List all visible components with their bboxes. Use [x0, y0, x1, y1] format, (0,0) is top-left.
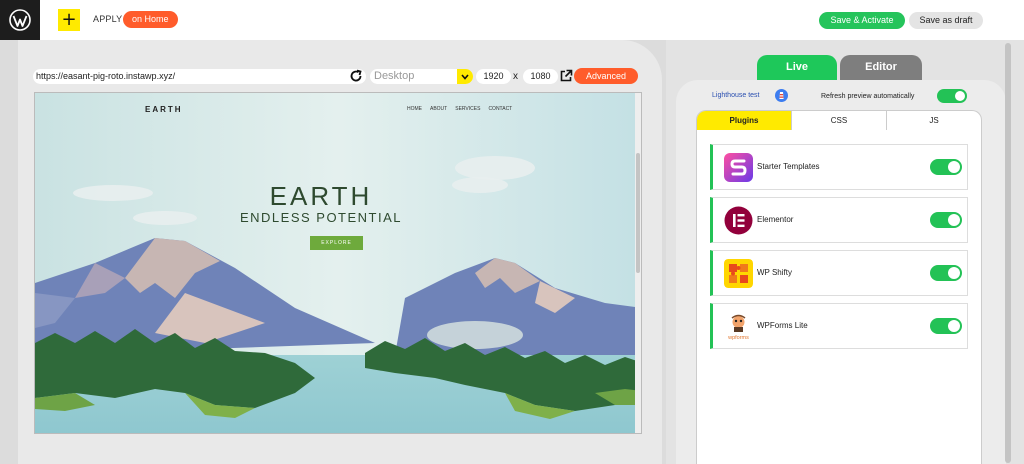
toggle-knob	[955, 91, 965, 101]
plugin-name: Elementor	[757, 215, 794, 224]
site-nav-home[interactable]: HOME	[407, 106, 422, 112]
chevron-down-icon[interactable]	[457, 69, 473, 84]
wpforms-logo-text: wpforms	[727, 335, 749, 341]
device-select-value: Desktop	[374, 70, 415, 82]
refresh-preview-label: Refresh preview automatically	[821, 93, 915, 100]
reload-icon[interactable]	[348, 68, 364, 84]
toggle-knob	[948, 214, 960, 226]
panel-scroll-thumb[interactable]	[1005, 43, 1011, 463]
site-nav-contact[interactable]: CONTACT	[488, 106, 512, 112]
external-link-icon[interactable]	[559, 69, 573, 83]
save-draft-button[interactable]: Save as draft	[909, 12, 983, 29]
url-input[interactable]: https://easant-pig-roto.instawp.xyz/	[33, 69, 366, 84]
plugin-toggle-starter-templates[interactable]	[930, 159, 962, 175]
plugin-card-starter-templates: Starter Templates	[710, 144, 968, 190]
wp-shifty-icon	[724, 259, 753, 288]
device-select[interactable]: Desktop	[370, 69, 473, 84]
wpforms-icon: wpforms	[724, 312, 753, 341]
explore-button[interactable]: EXPLORE	[310, 236, 363, 250]
height-input[interactable]: 1080	[523, 69, 558, 84]
preview-scroll-thumb[interactable]	[636, 153, 640, 273]
plugin-name: Starter Templates	[757, 162, 820, 171]
toggle-knob	[948, 267, 960, 279]
toggle-knob	[948, 161, 960, 173]
site-nav-services[interactable]: SERVICES	[455, 106, 480, 112]
lighthouse-test-link[interactable]: Lighthouse test	[712, 92, 759, 99]
refresh-preview-toggle[interactable]	[937, 89, 967, 103]
plugin-name: WPForms Lite	[757, 321, 808, 330]
tab-js[interactable]: JS	[886, 111, 981, 130]
hero-subtitle: ENDLESS POTENTIAL	[239, 210, 403, 225]
hero-landscape-image	[35, 93, 641, 433]
apply-label: APPLY	[93, 14, 123, 24]
wordpress-logo-icon[interactable]	[0, 0, 40, 40]
apply-location-dropdown[interactable]: on Home	[123, 11, 178, 28]
plugin-card-wp-shifty: WP Shifty	[710, 250, 968, 296]
width-input[interactable]: 1920	[476, 69, 511, 84]
plugin-name: WP Shifty	[757, 268, 792, 277]
lighthouse-icon[interactable]	[775, 89, 788, 102]
site-nav-about[interactable]: ABOUT	[430, 106, 447, 112]
plugin-card-wpforms-lite: wpforms WPForms Lite	[710, 303, 968, 349]
starter-templates-icon	[724, 153, 753, 182]
elementor-icon	[724, 206, 753, 235]
panel-sub-tabs: Plugins CSS JS	[696, 110, 982, 130]
tab-live[interactable]: Live	[757, 55, 837, 80]
dimension-separator: x	[513, 71, 518, 82]
preview-scrollbar[interactable]	[635, 93, 641, 433]
tab-plugins[interactable]: Plugins	[697, 111, 791, 130]
top-bar: + APPLY on Home Save & Activate Save as …	[0, 0, 1024, 40]
hero-title: EARTH	[269, 181, 373, 211]
tab-css[interactable]: CSS	[791, 111, 886, 130]
toggle-knob	[948, 320, 960, 332]
advanced-button[interactable]: Advanced	[574, 68, 638, 84]
panel-scrollbar[interactable]	[1002, 40, 1014, 464]
tab-editor[interactable]: Editor	[840, 55, 922, 80]
save-activate-button[interactable]: Save & Activate	[819, 12, 905, 29]
site-nav: HOME ABOUT SERVICES CONTACT	[407, 106, 512, 112]
site-brand[interactable]: EARTH	[145, 105, 183, 114]
plugin-toggle-wpforms-lite[interactable]	[930, 318, 962, 334]
plugin-toggle-elementor[interactable]	[930, 212, 962, 228]
plugin-toggle-wp-shifty[interactable]	[930, 265, 962, 281]
plugin-card-elementor: Elementor	[710, 197, 968, 243]
site-preview-frame[interactable]: EARTH HOME ABOUT SERVICES CONTACT EARTH …	[34, 92, 642, 434]
add-button[interactable]: +	[58, 9, 80, 31]
